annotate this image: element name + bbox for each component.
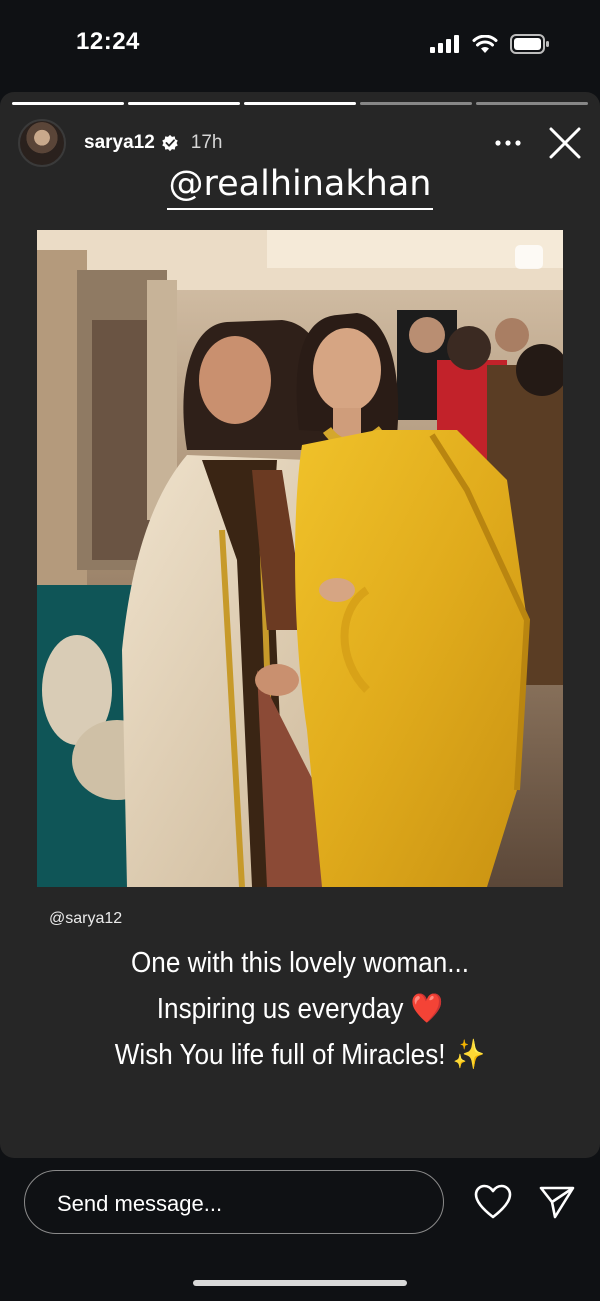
home-indicator (193, 1280, 407, 1286)
status-bar: 12:24 (0, 0, 600, 88)
caption-line: One with this lovely woman... (130, 947, 469, 979)
status-icons (430, 34, 550, 54)
story-header: sarya12 17h (18, 118, 582, 168)
heart-icon[interactable] (474, 1184, 512, 1220)
progress-segment (244, 102, 356, 105)
progress-segment (12, 102, 124, 105)
username[interactable]: sarya12 (84, 132, 155, 154)
mention-label: @realhinakhan (166, 164, 434, 210)
send-message-input[interactable] (55, 1190, 409, 1218)
story-card[interactable]: sarya12 17h @realhinakhan @sarya12 One w… (0, 92, 600, 1158)
author-handle: @sarya12 (49, 910, 123, 927)
verified-badge-icon (162, 134, 178, 152)
mention-sticker[interactable]: @realhinakhan (0, 164, 600, 210)
more-options-button[interactable] (494, 129, 522, 157)
more-options-icon (495, 140, 521, 146)
wifi-icon (472, 34, 498, 53)
send-icon[interactable] (538, 1184, 576, 1220)
caption-line: Inspiring us everyday ❤️ (156, 993, 444, 1025)
message-box[interactable] (24, 1170, 444, 1234)
photo-illustration (37, 230, 563, 887)
progress-segment (476, 102, 588, 105)
avatar[interactable] (18, 119, 66, 167)
story-timestamp: 17h (190, 132, 223, 153)
signal-icon (430, 35, 459, 53)
reply-bar (0, 1158, 600, 1301)
progress-segment (360, 102, 472, 105)
story-progress-bar (12, 102, 588, 105)
story-caption: One with this lovely woman... Inspiring … (30, 940, 570, 1078)
clock: 12:24 (76, 28, 140, 55)
story-photo (37, 230, 563, 887)
caption-line: Wish You life full of Miracles! ✨ (114, 1039, 486, 1071)
progress-segment (128, 102, 240, 105)
close-icon[interactable] (548, 126, 582, 160)
battery-icon (510, 34, 549, 54)
